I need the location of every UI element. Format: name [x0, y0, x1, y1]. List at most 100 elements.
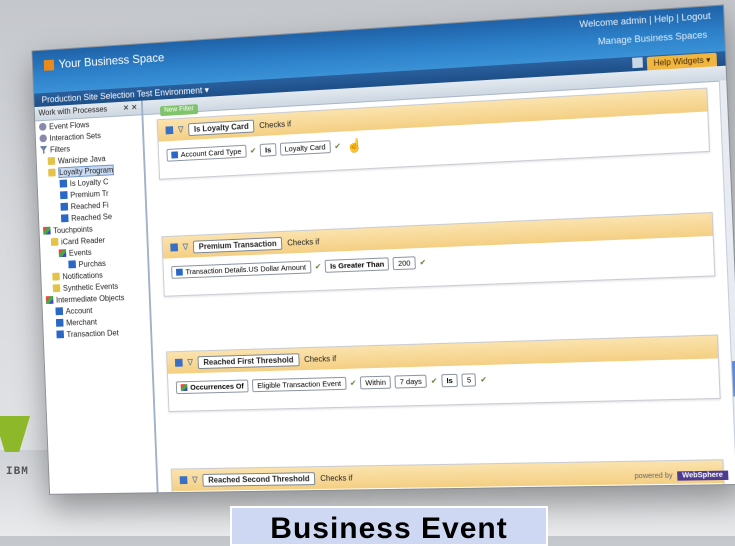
condition-token[interactable]: Is [260, 143, 276, 157]
slide-caption: Business Event [230, 506, 548, 546]
tree-item-label: Synthetic Events [63, 281, 118, 292]
hand-cursor-icon: ☝ [346, 137, 363, 154]
folder-icon [53, 284, 61, 292]
token-text: Is [446, 376, 453, 385]
token-text: ✔ [431, 376, 438, 385]
tree-header-controls[interactable]: ✕ ✕ [123, 101, 138, 115]
edit-marker-icon[interactable]: ✔ [334, 142, 341, 151]
token-text: ✔ [419, 258, 426, 267]
decorative-arrow-icon [0, 416, 30, 452]
tree-item-label: Reached Se [71, 212, 112, 223]
token-text: ✔ [315, 262, 322, 271]
token-text: Within [365, 378, 386, 388]
condition-token[interactable]: Within [360, 376, 391, 390]
powered-by-label: powered by [634, 472, 672, 480]
filter-icon: ∇ [187, 357, 193, 368]
tree-item-label: Notifications [62, 270, 103, 280]
attribute-icon [171, 151, 178, 158]
occurrences-icon [181, 384, 188, 391]
filter-icon: ∇ [192, 475, 198, 486]
tree-item-label: Premium Tr [70, 189, 109, 200]
filter-icon: ∇ [178, 124, 184, 135]
tree-title: Work with Processes [38, 105, 107, 118]
folder-icon [48, 157, 56, 165]
tree-item-label: Touchpoints [53, 224, 93, 234]
condition-token[interactable]: Loyalty Card [280, 140, 331, 156]
token-text: 7 days [400, 377, 422, 387]
expand-icon[interactable] [165, 126, 173, 134]
rule-card: ∇ Premium Transaction Checks if Transaction… [161, 212, 715, 297]
condition-token[interactable]: Transaction Details.US Dollar Amount [171, 261, 311, 279]
token-text: Occurrences Of [190, 382, 244, 392]
flow-icon [39, 123, 47, 131]
folder-icon [51, 238, 59, 246]
tree-item[interactable]: Transaction Det [43, 326, 150, 341]
powered-by: powered by WebSphere [634, 471, 728, 482]
edit-marker-icon[interactable]: ✔ [419, 258, 426, 267]
multi-icon [43, 227, 51, 235]
token-text: Is Greater Than [330, 260, 384, 271]
edit-marker-icon[interactable]: ✔ [480, 375, 487, 384]
workspace: Work with Processes ✕ ✕ Event FlowsInter… [35, 66, 735, 494]
app-title: Your Business Space [58, 50, 164, 70]
edit-marker-icon[interactable]: ✔ [315, 262, 322, 271]
condition-token[interactable]: 7 days [395, 375, 428, 389]
manage-spaces-link[interactable]: Manage Business Spaces [598, 29, 708, 46]
screenshot-stage: Your Business Space Welcome admin | Help… [31, 0, 735, 481]
rule-name[interactable]: Reached Second Threshold [202, 472, 315, 487]
rule-name[interactable]: Is Loyalty Card [188, 119, 255, 135]
blue-icon [56, 319, 64, 327]
tree-item-label: Transaction Det [66, 328, 118, 338]
blue-icon [60, 180, 68, 188]
attribute-icon [176, 269, 183, 276]
tree-item-label: Account [66, 306, 93, 316]
condition-token[interactable]: Eligible Transaction Event [252, 377, 346, 392]
user-links[interactable]: Welcome admin | Help | Logout [579, 10, 711, 29]
tree-item-label: Events [69, 248, 92, 258]
app-logo-icon [44, 59, 54, 70]
tree-item-label: Merchant [66, 317, 97, 327]
caption-text: Business Event [270, 512, 507, 546]
blue-icon [55, 307, 63, 315]
condition-token[interactable]: 200 [393, 256, 416, 270]
filter-icon [40, 146, 48, 154]
expand-icon[interactable] [170, 243, 178, 251]
token-text: Eligible Transaction Event [257, 379, 341, 390]
flow-icon [39, 134, 47, 142]
token-text: Account Card Type [181, 147, 242, 159]
multi-icon [46, 296, 54, 304]
vertical-scrollbar[interactable] [719, 80, 735, 484]
rule-checks-label: Checks if [320, 473, 353, 482]
condition-token[interactable]: Is Greater Than [325, 257, 389, 273]
multi-icon [59, 249, 67, 257]
filter-icon: ∇ [182, 241, 188, 252]
ibm-logo: IBM [6, 466, 29, 478]
filter-editor: New Filter ∇ Is Loyalty Card Checks if Acco… [143, 66, 735, 493]
tree-item-label: Filters [50, 144, 70, 154]
websphere-logo: WebSphere [677, 471, 729, 481]
brand: Your Business Space [44, 50, 165, 71]
blue-icon [61, 214, 69, 222]
rule-name[interactable]: Reached First Threshold [198, 353, 300, 369]
edit-marker-icon[interactable]: ✔ [431, 376, 438, 385]
tree-item-label: Purchas [78, 259, 106, 269]
condition-token[interactable]: Occurrences Of [176, 379, 249, 394]
edit-marker-icon[interactable]: ✔ [250, 146, 257, 155]
rule-name[interactable]: Premium Transaction [193, 236, 283, 253]
blue-icon [68, 260, 76, 268]
expand-icon[interactable] [175, 359, 183, 367]
tab-new-filter[interactable]: New Filter [160, 104, 198, 116]
edit-marker-icon[interactable]: ✔ [350, 379, 357, 388]
condition-token[interactable]: Account Card Type [166, 145, 246, 162]
expand-icon[interactable] [180, 476, 188, 484]
token-text: 5 [467, 375, 472, 384]
minimize-icon[interactable] [632, 57, 643, 68]
condition-token[interactable]: 5 [462, 373, 477, 387]
blue-icon [60, 191, 68, 199]
condition-token[interactable]: Is [441, 374, 458, 388]
rule-checks-label: Checks if [287, 237, 319, 247]
rule-card: ∇Reached First ThresholdChecks ifOccurre… [166, 334, 721, 411]
token-text: ✔ [250, 146, 257, 155]
blue-icon [56, 330, 64, 338]
token-text: Loyalty Card [284, 142, 325, 153]
